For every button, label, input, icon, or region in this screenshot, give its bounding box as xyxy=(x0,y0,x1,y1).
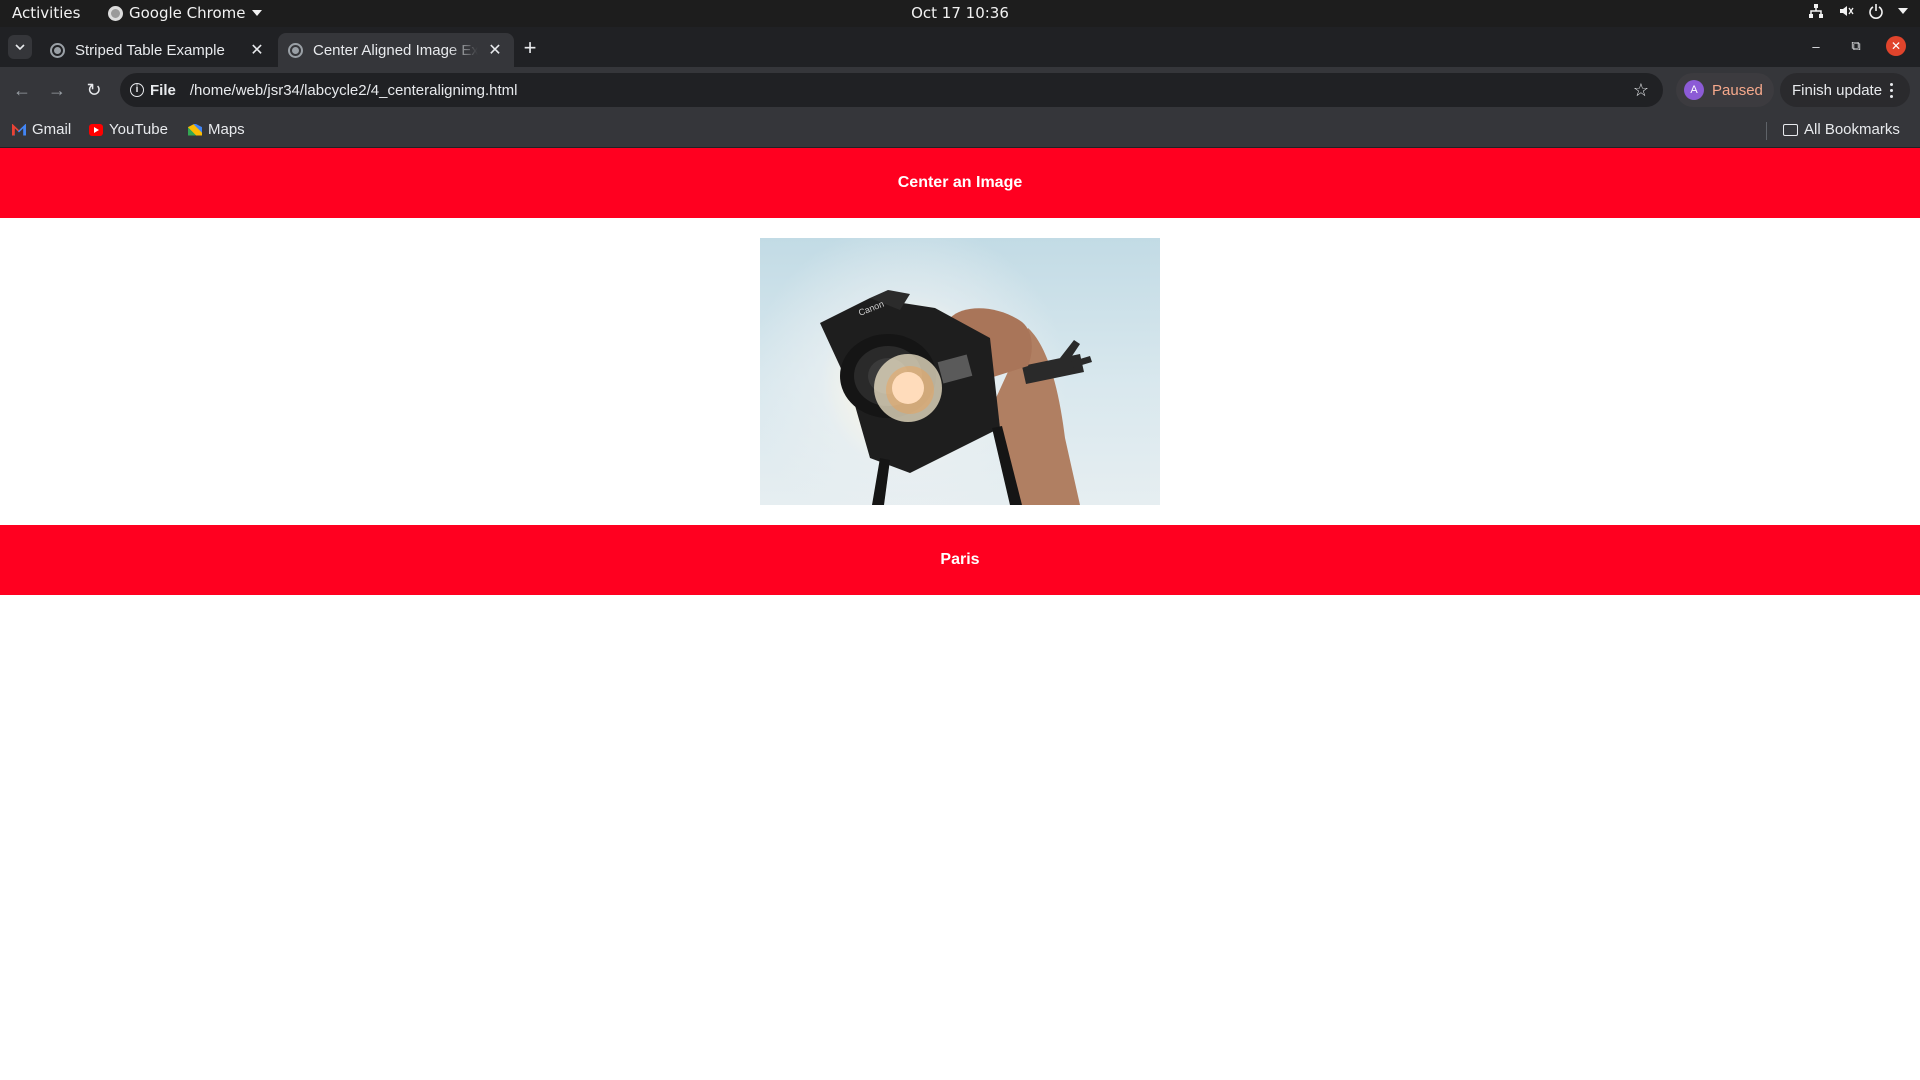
page-heading: Center an Image xyxy=(897,174,1023,191)
star-icon[interactable]: ☆ xyxy=(1633,80,1649,101)
site-info-button[interactable]: i File xyxy=(130,82,176,99)
new-tab-button[interactable]: + xyxy=(520,37,540,59)
finish-update-label: Finish update xyxy=(1792,81,1883,99)
clock[interactable]: Oct 17 10:36 xyxy=(911,4,1009,22)
window-controls: – ⧉ ✕ xyxy=(1806,36,1906,56)
chevron-down-icon xyxy=(251,10,262,16)
folder-icon xyxy=(1783,123,1798,136)
globe-icon xyxy=(288,42,303,58)
chevron-down-icon xyxy=(15,44,25,51)
page-content: Center an Image Canon Paris xyxy=(0,148,1920,1080)
power-icon xyxy=(1868,3,1884,19)
app-menu[interactable]: Google Chrome xyxy=(108,4,262,22)
window-close-icon[interactable]: ✕ xyxy=(1886,36,1906,56)
activities-button[interactable]: Activities xyxy=(12,4,80,22)
tab-search-button[interactable] xyxy=(8,35,32,59)
bookmark-label: YouTube xyxy=(109,121,168,138)
bookmark-gmail[interactable]: Gmail xyxy=(12,121,71,138)
tab-title: Center Aligned Image Ex xyxy=(313,41,478,59)
volume-muted-icon xyxy=(1838,3,1854,19)
youtube-icon xyxy=(89,123,103,136)
tab-center-aligned-image[interactable]: Center Aligned Image Ex ✕ xyxy=(278,33,514,67)
close-icon[interactable]: ✕ xyxy=(248,41,266,59)
profile-status: Paused xyxy=(1712,81,1763,99)
url-text[interactable]: /home/web/jsr34/labcycle2/4_centeraligni… xyxy=(190,82,518,99)
bookmark-youtube[interactable]: YouTube xyxy=(89,121,168,138)
camera-photo-illustration: Canon xyxy=(820,290,1092,505)
restore-icon[interactable]: ⧉ xyxy=(1846,36,1866,56)
page-footer: Paris xyxy=(940,551,980,568)
bookmarks-divider xyxy=(1766,122,1767,140)
gmail-icon xyxy=(12,123,26,136)
system-top-bar: Activities Google Chrome Oct 17 10:36 xyxy=(0,0,1920,27)
network-icon xyxy=(1808,3,1824,19)
app-name: Google Chrome xyxy=(129,4,246,22)
forward-arrow-icon[interactable]: → xyxy=(45,78,69,102)
minimize-icon[interactable]: – xyxy=(1806,36,1826,56)
address-bar[interactable]: i File /home/web/jsr34/labcycle2/4_cente… xyxy=(120,73,1663,107)
tab-title: Striped Table Example xyxy=(75,41,225,59)
bookmark-label: Gmail xyxy=(32,121,72,138)
all-bookmarks-label: All Bookmarks xyxy=(1804,121,1900,138)
bookmark-label: Maps xyxy=(208,121,245,138)
chevron-down-icon xyxy=(1898,8,1908,14)
avatar: A xyxy=(1684,80,1704,100)
more-menu-icon[interactable] xyxy=(1890,82,1894,98)
browser-toolbar: ← → ↻ i File /home/web/jsr34/labcycle2/4… xyxy=(0,67,1920,113)
all-bookmarks-button[interactable]: All Bookmarks xyxy=(1783,121,1900,138)
page-heading-banner: Center an Image xyxy=(0,148,1920,218)
system-tray[interactable] xyxy=(1808,3,1908,19)
site-label: File xyxy=(150,81,176,99)
tab-striped-table[interactable]: Striped Table Example ✕ xyxy=(40,33,276,67)
reload-icon[interactable]: ↻ xyxy=(82,78,106,102)
close-icon[interactable]: ✕ xyxy=(486,41,504,59)
chrome-icon xyxy=(108,5,123,21)
centered-camera-photo: Canon xyxy=(760,238,1160,505)
maps-icon xyxy=(188,123,202,136)
profile-button[interactable]: A Paused xyxy=(1676,73,1774,107)
page-footer-banner: Paris xyxy=(0,525,1920,595)
bookmarks-bar: Gmail YouTube Maps All Bookmarks xyxy=(0,113,1920,148)
bookmark-maps[interactable]: Maps xyxy=(188,121,245,138)
finish-update-button[interactable]: Finish update xyxy=(1780,73,1910,107)
back-arrow-icon[interactable]: ← xyxy=(10,78,34,102)
globe-icon xyxy=(50,42,65,58)
tab-strip: Striped Table Example ✕ Center Aligned I… xyxy=(0,27,1920,67)
info-icon: i xyxy=(130,83,144,97)
